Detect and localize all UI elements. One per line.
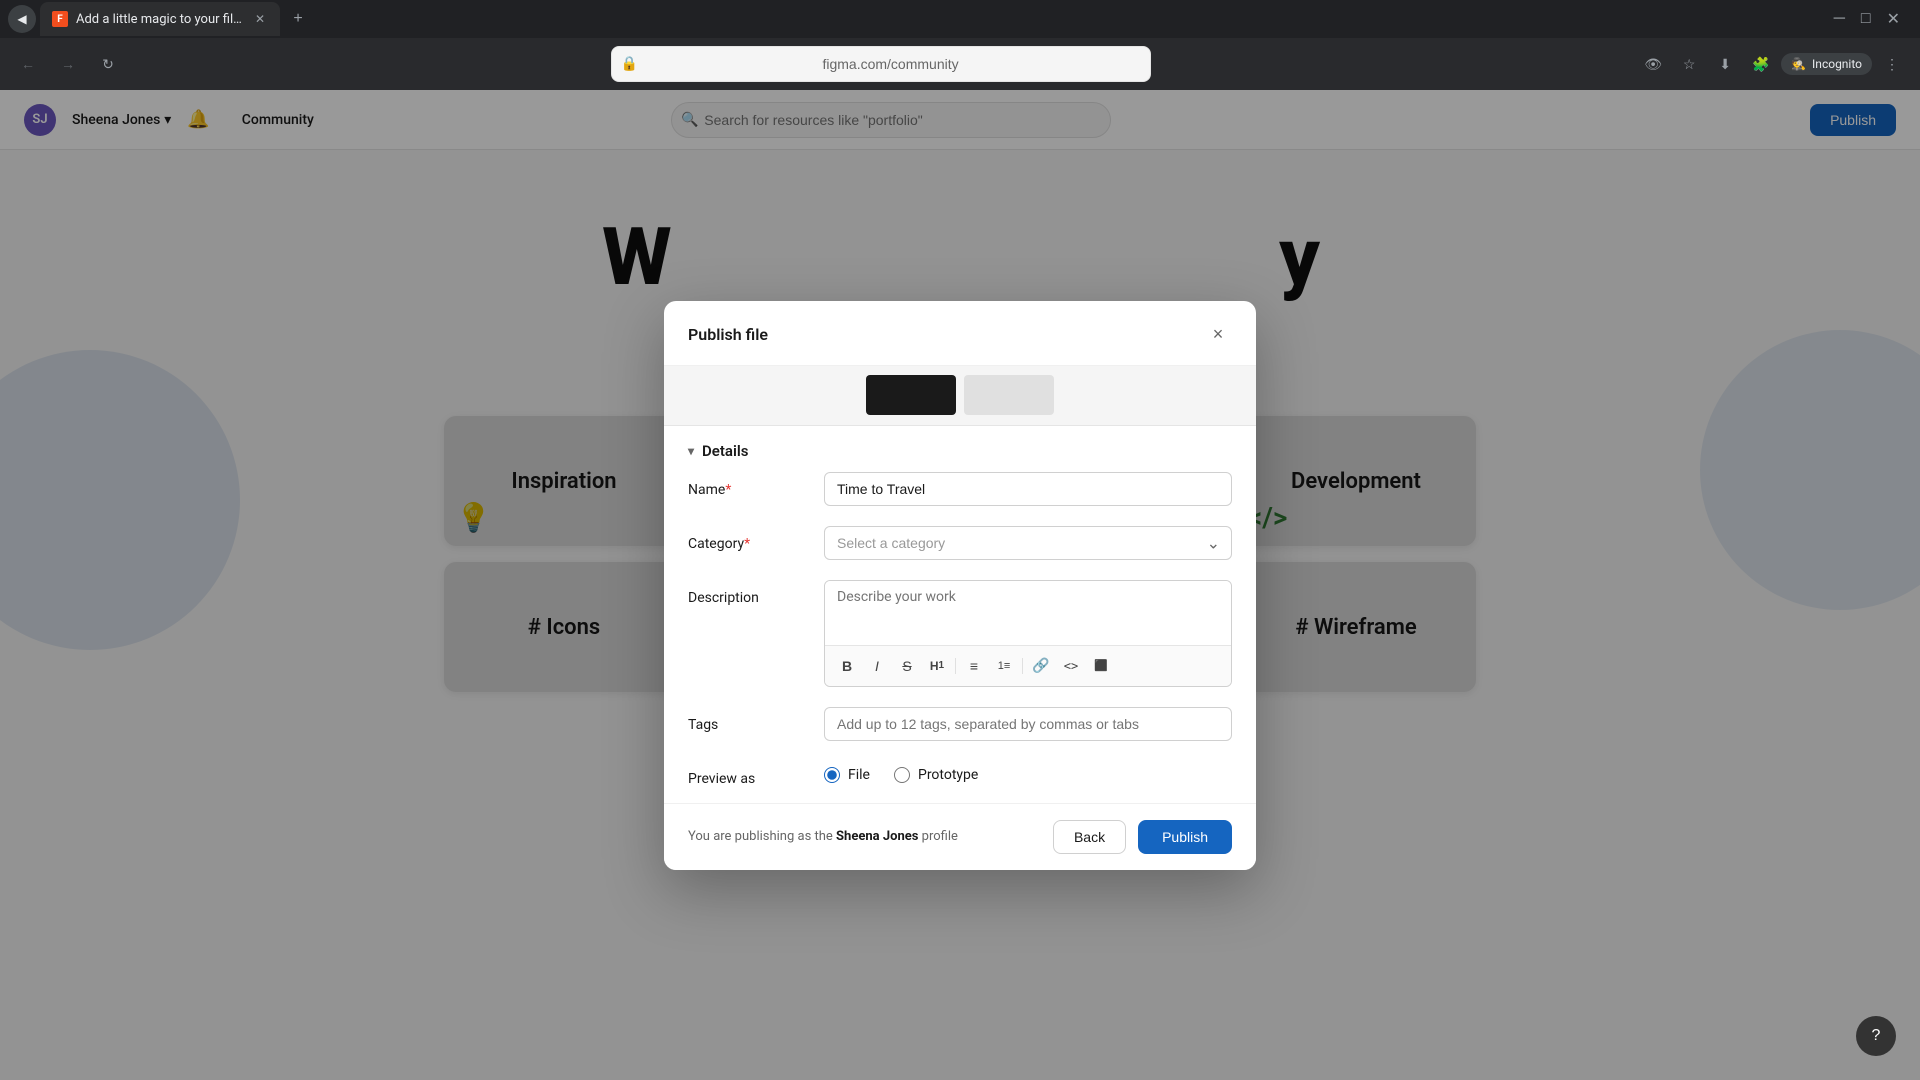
tab-favicon: F: [52, 11, 68, 27]
name-input[interactable]: [824, 472, 1232, 506]
bold-button[interactable]: B: [833, 652, 861, 680]
details-section-header[interactable]: ▾ Details: [688, 426, 1232, 472]
help-button[interactable]: ?: [1856, 1016, 1896, 1056]
incognito-icon: 🕵️: [1791, 57, 1806, 71]
preview-as-label: Preview as: [688, 761, 808, 787]
name-label: Name*: [688, 472, 808, 498]
more-options-icon[interactable]: ⋮: [1876, 48, 1908, 80]
download-icon[interactable]: ⬇: [1709, 48, 1741, 80]
incognito-badge: 🕵️ Incognito: [1781, 53, 1872, 75]
modal-overlay: Publish file × ▾ Details Name*: [0, 90, 1920, 1080]
embed-button[interactable]: ⬛: [1087, 652, 1115, 680]
tags-field-row: Tags: [688, 707, 1232, 741]
incognito-label: Incognito: [1812, 57, 1862, 71]
close-button[interactable]: ✕: [1887, 9, 1900, 29]
modal-footer: You are publishing as the Sheena Jones p…: [664, 803, 1256, 870]
category-field-control: Select a category UI Kits Icons Wirefram…: [824, 526, 1232, 560]
footer-publishing-info: You are publishing as the Sheena Jones p…: [688, 829, 958, 844]
prototype-radio-input[interactable]: [894, 767, 910, 783]
description-label: Description: [688, 580, 808, 606]
category-label: Category*: [688, 526, 808, 552]
name-field-row: Name*: [688, 472, 1232, 506]
chevron-icon: ▾: [688, 444, 694, 458]
description-field-row: Description B I S H1 ≡ 1≡: [688, 580, 1232, 687]
active-tab[interactable]: F Add a little magic to your files ✕: [40, 2, 280, 36]
screen-reader-icon[interactable]: 👁: [1637, 48, 1669, 80]
details-section-label: Details: [702, 442, 748, 460]
address-input[interactable]: [611, 46, 1151, 82]
reload-button[interactable]: ↻: [92, 48, 124, 80]
tab-bar: ◀ F Add a little magic to your files ✕ +…: [0, 0, 1920, 38]
modal-close-button[interactable]: ×: [1204, 321, 1232, 349]
preview-as-field-row: Preview as File Prototype: [688, 761, 1232, 787]
heading-button[interactable]: H1: [923, 652, 951, 680]
tags-input[interactable]: [824, 707, 1232, 741]
category-field-row: Category* Select a category UI Kits Icon…: [688, 526, 1232, 560]
preview-thumbnail-light: [964, 375, 1054, 415]
address-bar-security-icon: 🔒: [621, 56, 638, 72]
extensions-icon[interactable]: 🧩: [1745, 48, 1777, 80]
tags-field-control: [824, 707, 1232, 741]
minimize-button[interactable]: ─: [1834, 9, 1845, 29]
preview-as-control: File Prototype: [824, 761, 1232, 783]
footer-actions: Back Publish: [1053, 820, 1232, 854]
ordered-list-button[interactable]: 1≡: [990, 652, 1018, 680]
back-button[interactable]: Back: [1053, 820, 1126, 854]
tab-title: Add a little magic to your files: [76, 12, 244, 27]
name-field-control: [824, 472, 1232, 506]
publish-button[interactable]: Publish: [1138, 820, 1232, 854]
forward-nav-button[interactable]: →: [52, 48, 84, 80]
tab-group-button[interactable]: ◀: [8, 5, 36, 33]
preview-radio-group: File Prototype: [824, 761, 1232, 783]
tab-close-button[interactable]: ✕: [252, 11, 268, 27]
category-required-marker: *: [744, 536, 750, 552]
restore-button[interactable]: □: [1861, 9, 1871, 29]
name-required-marker: *: [725, 482, 731, 498]
code-button[interactable]: <>: [1057, 652, 1085, 680]
description-container: B I S H1 ≡ 1≡ 🔗 <> ⬛: [824, 580, 1232, 687]
address-bar-row: ← → ↻ 🔒 👁 ☆ ⬇ 🧩 🕵️ Incognito ⋮: [0, 38, 1920, 90]
preview-thumbnail-dark: [866, 375, 956, 415]
unordered-list-button[interactable]: ≡: [960, 652, 988, 680]
page-background: SJ Sheena Jones ▾ 🔔 Community 🔍 Publish …: [0, 90, 1920, 1080]
toolbar-separator-2: [1022, 658, 1023, 674]
footer-user-name: Sheena Jones: [836, 829, 918, 844]
window-controls: ─ □ ✕: [1834, 9, 1912, 29]
publish-file-modal: Publish file × ▾ Details Name*: [664, 301, 1256, 870]
italic-button[interactable]: I: [863, 652, 891, 680]
category-select[interactable]: Select a category UI Kits Icons Wirefram…: [824, 526, 1232, 560]
modal-preview-area: [664, 366, 1256, 426]
modal-header: Publish file ×: [664, 301, 1256, 366]
browser-toolbar-icons: 👁 ☆ ⬇ 🧩 🕵️ Incognito ⋮: [1637, 48, 1908, 80]
modal-body: ▾ Details Name* Category*: [664, 426, 1256, 803]
file-radio-label[interactable]: File: [824, 767, 870, 783]
browser-chrome: ◀ F Add a little magic to your files ✕ +…: [0, 0, 1920, 90]
description-field-control: B I S H1 ≡ 1≡ 🔗 <> ⬛: [824, 580, 1232, 687]
tags-label: Tags: [688, 707, 808, 733]
file-radio-input[interactable]: [824, 767, 840, 783]
prototype-radio-label[interactable]: Prototype: [894, 767, 978, 783]
file-radio-text: File: [848, 767, 870, 783]
back-nav-button[interactable]: ←: [12, 48, 44, 80]
bookmark-star-icon[interactable]: ☆: [1673, 48, 1705, 80]
new-tab-button[interactable]: +: [284, 5, 312, 33]
description-toolbar: B I S H1 ≡ 1≡ 🔗 <> ⬛: [825, 645, 1231, 686]
modal-title: Publish file: [688, 325, 768, 344]
toolbar-separator-1: [955, 658, 956, 674]
prototype-radio-text: Prototype: [918, 767, 978, 783]
link-button[interactable]: 🔗: [1027, 652, 1055, 680]
description-textarea[interactable]: [825, 581, 1231, 641]
strikethrough-button[interactable]: S: [893, 652, 921, 680]
